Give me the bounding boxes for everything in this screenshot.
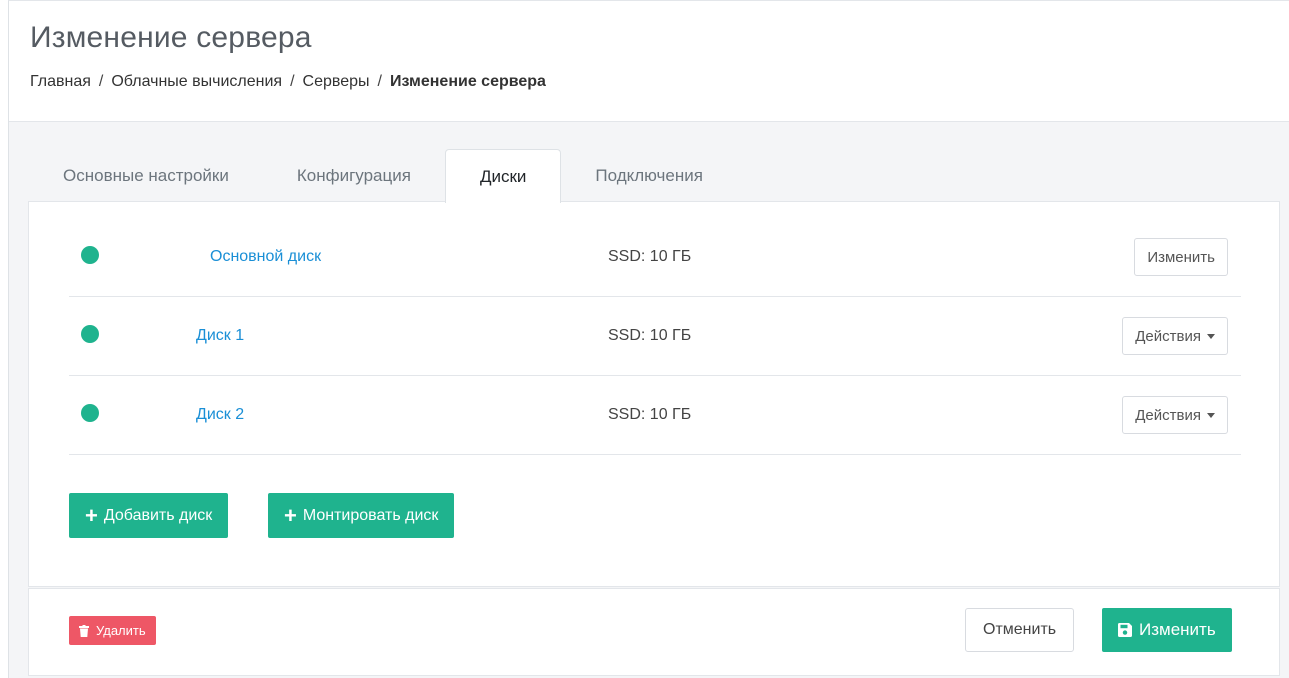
plus-icon: + (85, 502, 98, 528)
breadcrumb-cloud-computing[interactable]: Облачные вычисления (111, 73, 282, 91)
breadcrumb: Главная / Облачные вычисления / Серверы … (30, 73, 546, 91)
actions-dropdown-button[interactable]: Действия (1122, 317, 1228, 355)
disk-size: SSD: 10 ГБ (608, 327, 692, 344)
breadcrumb-separator: / (377, 73, 382, 90)
plus-icon: + (284, 502, 297, 528)
delete-button[interactable]: Удалить (69, 616, 156, 645)
caret-down-icon (1207, 412, 1215, 418)
disk-size: SSD: 10 ГБ (608, 248, 692, 265)
page-header: Изменение сервера Главная / Облачные выч… (9, 1, 1289, 122)
disk-row: Основной диск SSD: 10 ГБ Изменить (69, 218, 1241, 297)
edit-disk-button[interactable]: Изменить (1134, 238, 1228, 276)
disk-size: SSD: 10 ГБ (608, 406, 692, 423)
tab-configuration[interactable]: Конфигурация (263, 149, 445, 202)
actions-dropdown-button[interactable]: Действия (1122, 396, 1228, 434)
save-label: Изменить (1139, 620, 1216, 639)
edit-disk-label: Изменить (1147, 248, 1215, 266)
status-dot-icon (81, 324, 99, 343)
mount-disk-label: Монтировать диск (302, 506, 439, 524)
add-disk-button[interactable]: + Добавить диск (69, 493, 229, 538)
cancel-button[interactable]: Отменить (965, 608, 1075, 652)
disk-name-link[interactable]: Диск 1 (196, 327, 244, 345)
disk-name-link[interactable]: Основной диск (210, 248, 321, 266)
delete-label: Удалить (96, 623, 146, 638)
actions-dropdown-label: Действия (1135, 327, 1201, 345)
save-button[interactable]: Изменить (1102, 608, 1232, 652)
disk-row: Диск 2 SSD: 10 ГБ Действия (69, 376, 1241, 455)
form-footer: Удалить Отменить Изменить (28, 588, 1280, 676)
app-frame: Изменение сервера Главная / Облачные выч… (8, 0, 1289, 678)
breadcrumb-home[interactable]: Главная (30, 73, 91, 91)
actions-dropdown-label: Действия (1135, 406, 1201, 424)
status-dot-icon (81, 403, 99, 422)
tab-basic-settings[interactable]: Основные настройки (29, 149, 263, 202)
floppy-disk-icon (1118, 623, 1132, 637)
add-disk-label: Добавить диск (103, 506, 213, 524)
breadcrumb-separator: / (290, 73, 295, 90)
tab-connections[interactable]: Подключения (561, 149, 737, 202)
breadcrumb-servers[interactable]: Серверы (303, 73, 370, 91)
breadcrumb-current: Изменение сервера (389, 73, 546, 90)
mount-disk-button[interactable]: + Монтировать диск (268, 493, 455, 538)
disk-row: Диск 1 SSD: 10 ГБ Действия (69, 297, 1241, 376)
caret-down-icon (1207, 333, 1215, 339)
page-title: Изменение сервера (30, 21, 312, 54)
trash-icon (79, 624, 89, 637)
tab-disks[interactable]: Диски (444, 149, 562, 203)
status-dot-icon (81, 245, 99, 264)
disk-name-link[interactable]: Диск 2 (196, 406, 244, 424)
breadcrumb-separator: / (98, 73, 104, 90)
cancel-label: Отменить (983, 621, 1057, 638)
tab-bar: Основные настройки Конфигурация Диски По… (29, 149, 737, 203)
disks-panel: Основной диск SSD: 10 ГБ Изменить Диск 1… (28, 201, 1280, 587)
